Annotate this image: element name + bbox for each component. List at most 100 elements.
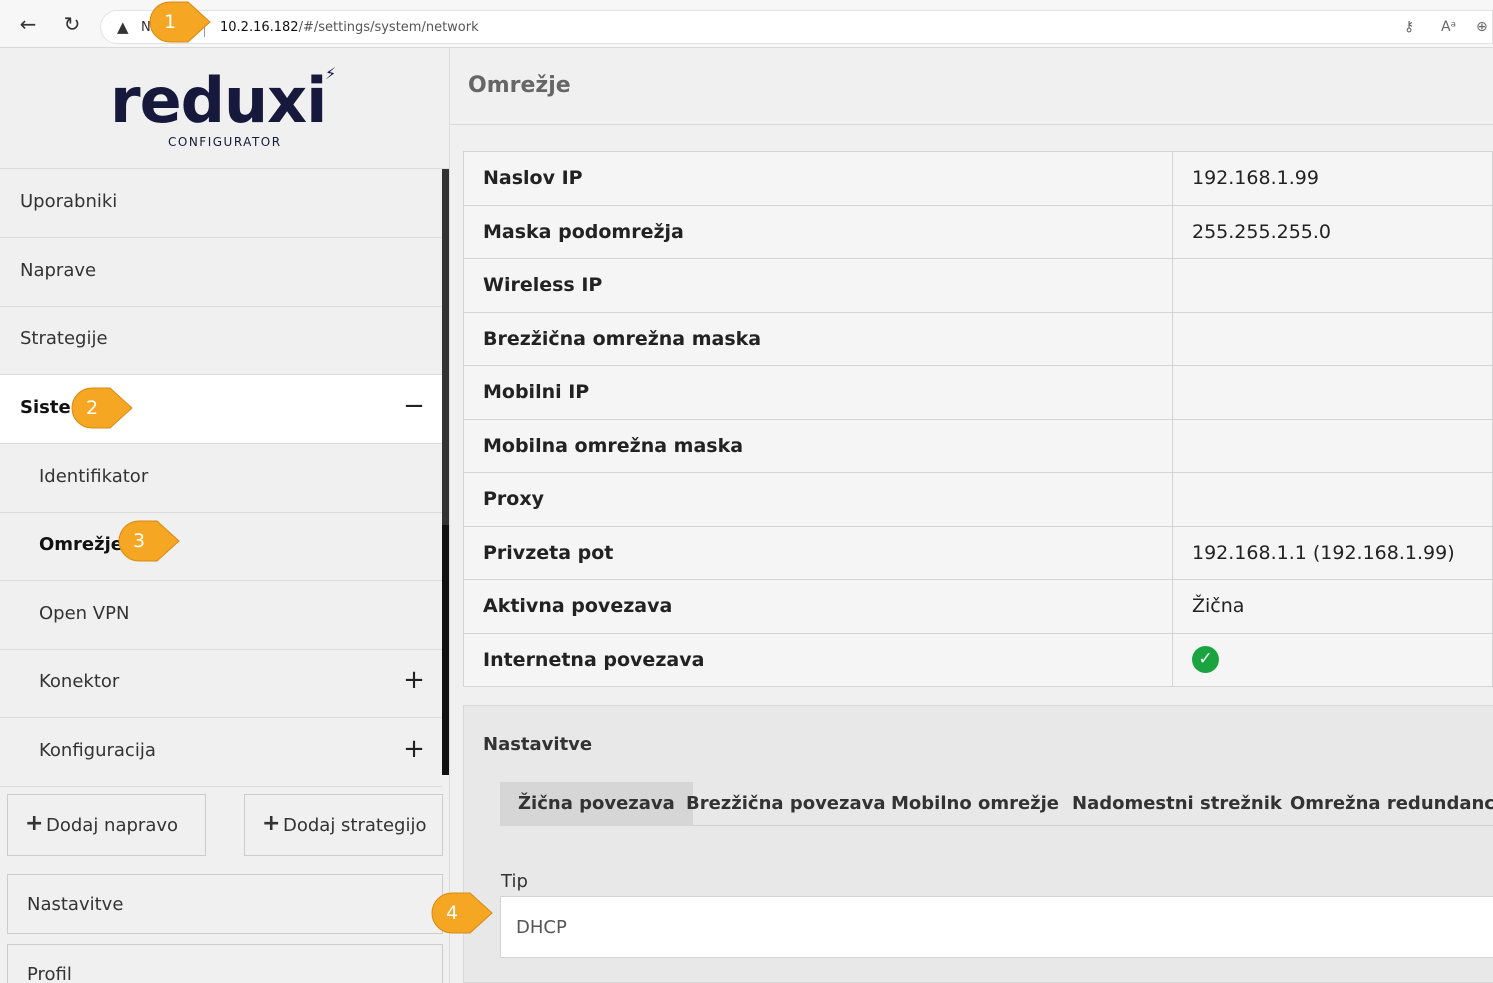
sidebar-item-network[interactable]: Omrežje xyxy=(0,512,442,581)
row-key: Internetna povezava xyxy=(463,632,1173,687)
sidebar-item-system[interactable]: Sistem − xyxy=(0,375,442,444)
main-content: Omrežje Naslov IP 192.168.1.99 Maska podo… xyxy=(450,48,1493,983)
expand-plus-icon[interactable]: + xyxy=(402,665,426,695)
url-path: /#/settings/system/network xyxy=(298,20,479,35)
row-key: Privzeta pot xyxy=(463,525,1173,580)
table-row: Internetna povezava ✓ xyxy=(463,632,1493,687)
row-key: Naslov IP xyxy=(463,151,1173,206)
callout-number: 1 xyxy=(163,11,177,33)
sidebar-item-label: Konektor xyxy=(39,671,120,692)
table-row: Maska podomrežja 255.255.255.0 xyxy=(463,204,1493,259)
row-value: 192.168.1.99 xyxy=(1172,151,1493,206)
table-row: Brezžična omrežna maska xyxy=(463,311,1493,366)
sidebar-item-label: Open VPN xyxy=(39,603,130,624)
type-select[interactable]: DHCP xyxy=(500,896,1493,958)
sidebar-item-label: Omrežje xyxy=(39,534,123,555)
add-device-button[interactable]: + Dodaj napravo xyxy=(7,794,206,856)
row-value: ✓ xyxy=(1172,632,1493,687)
row-value xyxy=(1172,472,1493,527)
sidebar-item-users[interactable]: Uporabniki xyxy=(0,169,442,238)
row-key: Mobilni IP xyxy=(463,365,1173,420)
row-value: Žična xyxy=(1172,579,1493,634)
plus-icon: + xyxy=(25,811,44,836)
settings-panel: Nastavitve Žična povezava Brezžična pove… xyxy=(463,705,1493,983)
row-key: Maska podomrežja xyxy=(463,204,1173,259)
plus-icon: + xyxy=(262,811,281,836)
browser-toolbar: ← ↻ ▲ N 10.2.16.182/#/settings/system/ne… xyxy=(0,0,1493,48)
callout-1: 1 xyxy=(148,0,212,44)
back-arrow-icon[interactable]: ← xyxy=(16,12,40,36)
sidebar-item-identifier[interactable]: Identifikator xyxy=(0,444,442,513)
callout-2: 2 xyxy=(70,386,134,430)
tab-proxy-server[interactable]: Nadomestni strežnik xyxy=(1054,782,1300,826)
sidebar-scrollbar-track[interactable] xyxy=(442,525,449,775)
sidebar-item-label: Uporabniki xyxy=(20,191,118,212)
sidebar-item-openvpn[interactable]: Open VPN xyxy=(0,581,442,650)
sidebar-item-label: Identifikator xyxy=(39,466,149,487)
sidebar-profile-label: Profil xyxy=(27,964,72,983)
address-bar[interactable]: ▲ N 10.2.16.182/#/settings/system/networ… xyxy=(100,10,1493,44)
table-row: Mobilni IP xyxy=(463,365,1493,420)
warning-icon[interactable]: ▲ xyxy=(117,18,129,36)
bolt-icon: ⚡ xyxy=(325,64,337,83)
expand-plus-icon[interactable]: + xyxy=(402,734,426,764)
sidebar-item-label: Strategije xyxy=(20,328,108,349)
page-header: Omrežje xyxy=(450,48,1493,125)
read-aloud-icon[interactable]: Aᵃ xyxy=(1441,19,1456,35)
sidebar-item-devices[interactable]: Naprave xyxy=(0,238,442,307)
logo-word: reduxi xyxy=(110,64,327,137)
sidebar-profile[interactable]: Profil xyxy=(7,944,443,983)
table-row: Mobilna omrežna maska xyxy=(463,418,1493,473)
sidebar-settings[interactable]: Nastavitve xyxy=(7,874,443,934)
table-row: Naslov IP 192.168.1.99 xyxy=(463,151,1493,206)
check-circle-icon: ✓ xyxy=(1192,646,1219,674)
type-field-label: Tip xyxy=(501,871,528,892)
row-value xyxy=(1172,365,1493,420)
url-host: 10.2.16.182 xyxy=(220,20,299,35)
row-value: 255.255.255.0 xyxy=(1172,204,1493,259)
table-row: Proxy xyxy=(463,472,1493,527)
tab-redundancy[interactable]: Omrežna redundanca xyxy=(1272,782,1493,826)
row-value xyxy=(1172,311,1493,366)
row-key: Aktivna povezava xyxy=(463,579,1173,634)
add-strategy-button[interactable]: + Dodaj strategijo xyxy=(244,794,443,856)
page-title: Omrežje xyxy=(468,73,571,98)
network-info-table: Naslov IP 192.168.1.99 Maska podomrežja 25… xyxy=(463,151,1493,687)
callout-3: 3 xyxy=(117,519,181,563)
sidebar: reduxi ⚡ CONFIGURATOR Uporabniki Naprave… xyxy=(0,48,450,983)
row-key: Mobilna omrežna maska xyxy=(463,418,1173,473)
key-icon[interactable]: ⚷ xyxy=(1404,19,1414,35)
table-row: Wireless IP xyxy=(463,258,1493,313)
settings-title: Nastavitve xyxy=(483,734,593,755)
row-key: Brezžična omrežna maska xyxy=(463,311,1173,366)
callout-number: 3 xyxy=(132,530,146,552)
sidebar-scrollbar-thumb[interactable] xyxy=(442,169,449,525)
row-key: Proxy xyxy=(463,472,1173,527)
sidebar-item-label: Konfiguracija xyxy=(39,740,156,761)
tab-wireless[interactable]: Brezžična povezava xyxy=(668,782,904,826)
callout-4: 4 xyxy=(430,891,494,935)
row-value xyxy=(1172,258,1493,313)
table-row: Privzeta pot 192.168.1.1 (192.168.1.99) xyxy=(463,525,1493,580)
url-text[interactable]: 10.2.16.182/#/settings/system/network xyxy=(220,20,479,35)
add-strategy-label: Dodaj strategijo xyxy=(283,815,427,836)
callout-number: 4 xyxy=(445,902,459,924)
table-row: Aktivna povezava Žična xyxy=(463,579,1493,634)
sidebar-settings-label: Nastavitve xyxy=(27,894,124,915)
settings-tabs: Žična povezava Brezžična povezava Mobiln… xyxy=(500,782,1493,826)
sidebar-item-strategies[interactable]: Strategije xyxy=(0,306,442,375)
add-device-label: Dodaj napravo xyxy=(46,815,179,836)
callout-number: 2 xyxy=(85,397,99,419)
row-value: 192.168.1.1 (192.168.1.99) xyxy=(1172,525,1493,580)
logo[interactable]: reduxi ⚡ CONFIGURATOR xyxy=(0,48,449,169)
tab-mobile[interactable]: Mobilno omrežje xyxy=(873,782,1077,826)
sidebar-item-connector[interactable]: Konektor + xyxy=(0,649,442,718)
zoom-icon[interactable]: ⊕ xyxy=(1476,19,1488,35)
collapse-minus-icon[interactable]: − xyxy=(402,391,426,421)
row-value xyxy=(1172,418,1493,473)
sidebar-item-label: Naprave xyxy=(20,260,97,281)
logo-subtitle: CONFIGURATOR xyxy=(168,135,282,149)
tab-wired[interactable]: Žična povezava xyxy=(500,782,693,826)
sidebar-item-configuration[interactable]: Konfiguracija + xyxy=(0,718,442,787)
reload-icon[interactable]: ↻ xyxy=(60,12,84,36)
